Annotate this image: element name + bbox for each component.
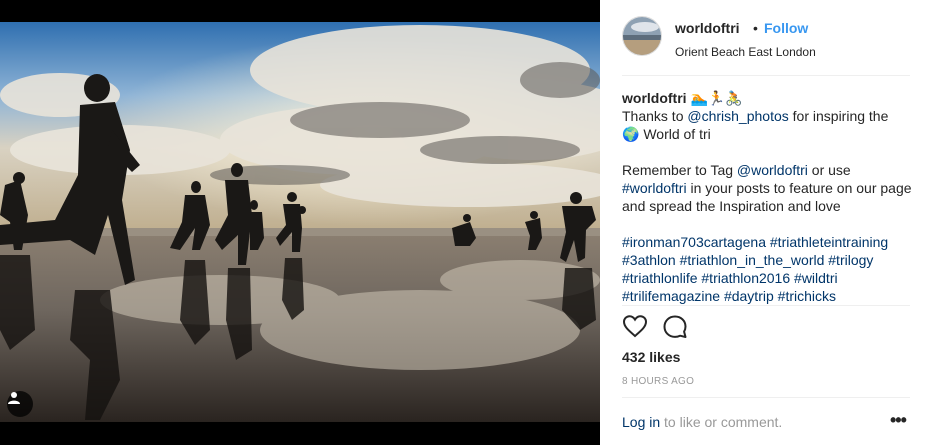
post-image[interactable] — [0, 0, 600, 445]
follow-button[interactable]: Follow — [764, 20, 808, 36]
mention-link[interactable]: @chrish_photos — [687, 108, 788, 124]
caption-text: World of tri — [639, 126, 711, 142]
hashtag-link[interactable]: #triathlonlife — [622, 270, 698, 286]
caption-username[interactable]: worldoftri — [622, 90, 687, 106]
caption-text: for inspiring the — [788, 108, 889, 124]
login-link[interactable]: Log in — [622, 414, 660, 430]
login-prompt-text: to like or comment. — [660, 414, 783, 430]
hashtag-link[interactable]: #3athlon — [622, 252, 676, 268]
location-link[interactable]: Orient Beach East London — [675, 45, 816, 59]
hashtag-link[interactable]: #wildtri — [794, 270, 838, 286]
hashtag-link[interactable]: #trilogy — [828, 252, 873, 268]
caption-text: or use — [807, 162, 851, 178]
more-options-button[interactable]: ••• — [890, 410, 907, 431]
caption-emojis: 🏊🏃🚴 — [690, 90, 743, 106]
caption-text: Remember to Tag — [622, 162, 737, 178]
post-side-panel: worldoftri • Follow Orient Beach East Lo… — [600, 0, 932, 445]
comment-button[interactable] — [662, 314, 690, 342]
tagged-people-button[interactable] — [7, 391, 33, 417]
heart-icon — [622, 315, 648, 338]
header-username[interactable]: worldoftri — [675, 20, 740, 36]
login-prompt: Log in to like or comment. — [622, 414, 782, 430]
hashtag-link[interactable]: #trilifemagazine — [622, 288, 720, 304]
post-caption: worldoftri 🏊🏃🚴 Thanks to @chrish_photos … — [622, 89, 912, 305]
mention-link[interactable]: @worldoftri — [737, 162, 808, 178]
avatar[interactable] — [622, 16, 662, 56]
hashtag-link[interactable]: #daytrip — [724, 288, 774, 304]
post-timestamp[interactable]: 8 HOURS AGO — [622, 376, 694, 387]
beach-photo — [0, 0, 600, 445]
hashtag-list: #ironman703cartagena #triathleteintraini… — [622, 233, 912, 305]
hashtag-link[interactable]: #worldoftri — [622, 180, 687, 196]
divider — [622, 397, 910, 398]
likes-count[interactable]: 432 likes — [622, 349, 680, 365]
person-tag-icon — [8, 392, 20, 404]
hashtag-link[interactable]: #triathleteintraining — [770, 234, 888, 250]
separator-dot: • — [753, 20, 758, 36]
hashtag-link[interactable]: #triathlon_in_the_world — [680, 252, 825, 268]
post-header: worldoftri • Follow Orient Beach East Lo… — [622, 16, 910, 76]
hashtag-link[interactable]: #trichicks — [778, 288, 836, 304]
hashtag-link[interactable]: #ironman703cartagena — [622, 234, 766, 250]
caption-text: Thanks to — [622, 108, 688, 124]
like-button[interactable] — [622, 314, 650, 342]
avatar-image — [623, 17, 661, 55]
globe-icon: 🌍 — [622, 126, 640, 142]
comment-icon — [663, 315, 687, 338]
hashtag-link[interactable]: #triathlon2016 — [701, 270, 790, 286]
divider — [622, 305, 910, 306]
